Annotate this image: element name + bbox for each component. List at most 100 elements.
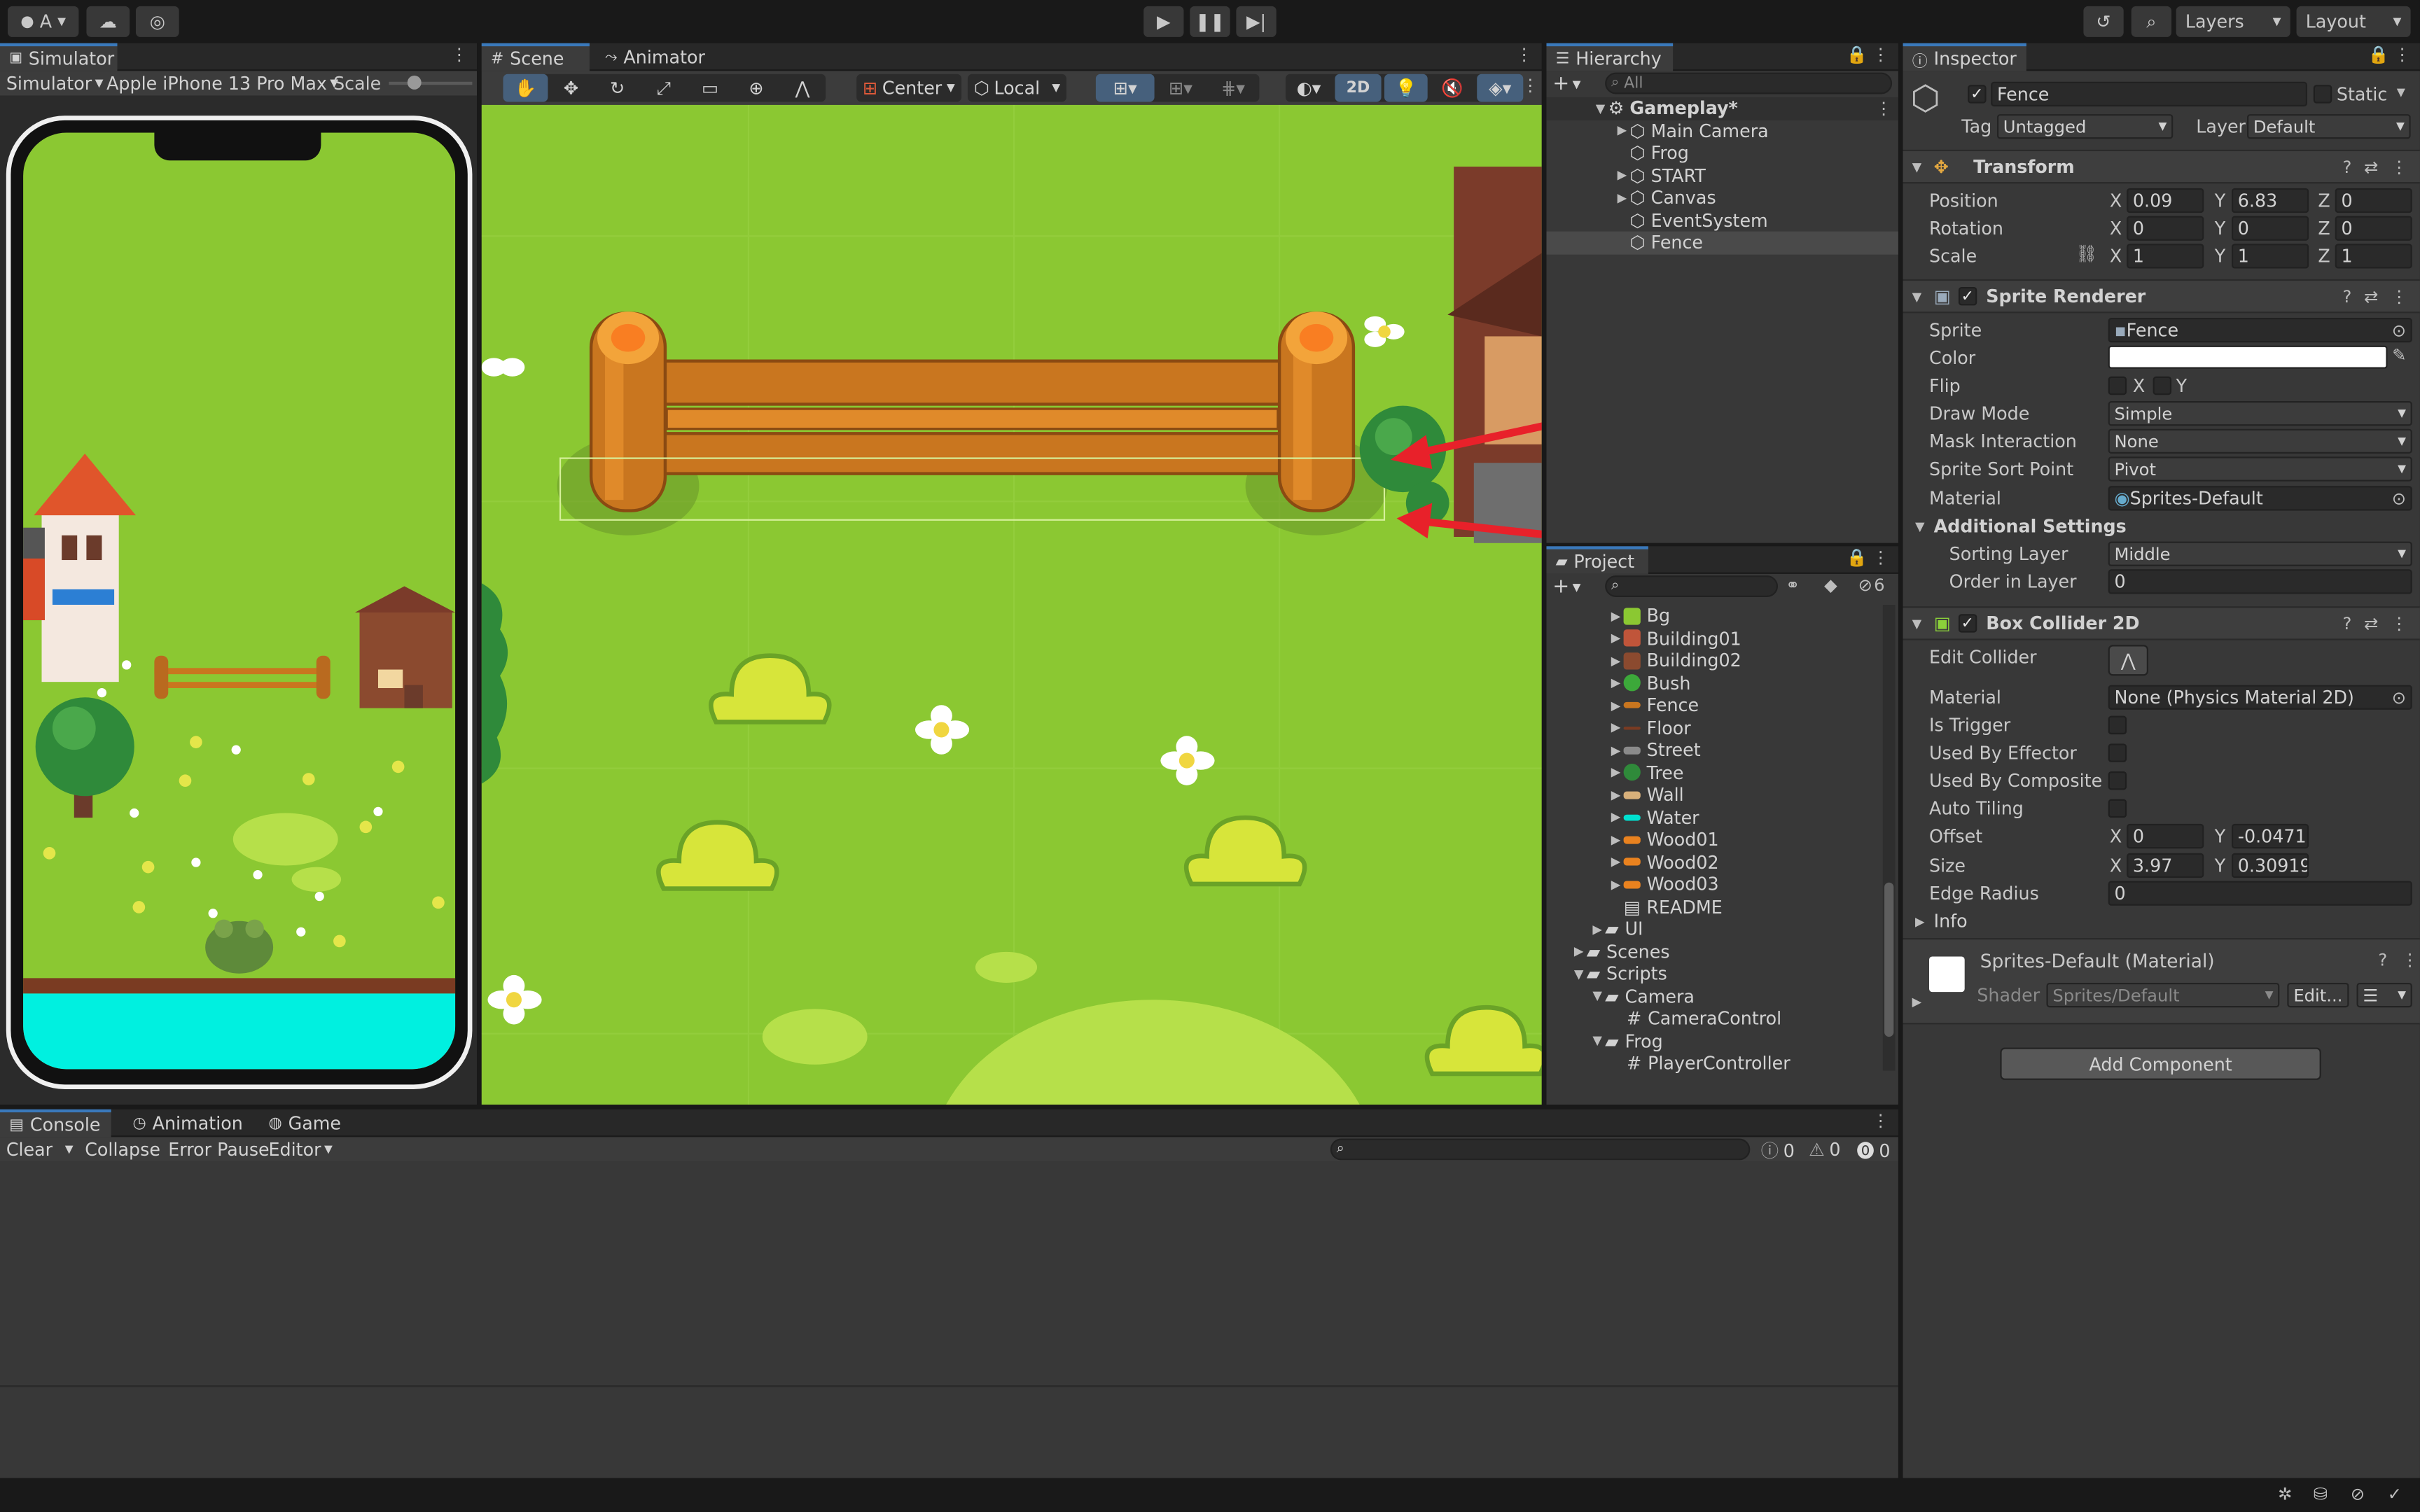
chevron-right-icon[interactable]: ▶ — [1608, 811, 1624, 825]
help-icon[interactable]: ? — [2343, 286, 2352, 307]
grid-snap-icon[interactable]: ⊞▾ — [1095, 74, 1155, 102]
offset-x-field[interactable]: 0 — [2127, 823, 2204, 849]
hierarchy-item[interactable]: ▶ ⬡ Canvas — [1546, 187, 1901, 209]
hierarchy-item[interactable]: ▶ ⬡ START — [1546, 164, 1901, 187]
project-item[interactable]: ▶ Bush — [1608, 672, 1898, 694]
project-folder[interactable]: ▼ ▰ Scripts — [1571, 962, 1898, 985]
chevron-down-icon[interactable]: ▼ — [1590, 989, 1605, 1003]
chevron-down-icon[interactable]: ▼ — [1571, 967, 1587, 981]
kebab-menu-icon[interactable]: ⋮ — [1872, 45, 1889, 65]
project-item[interactable]: ▶ Building01 — [1608, 627, 1898, 650]
project-item[interactable]: ▶ Wood01 — [1608, 829, 1898, 851]
edit-collider-button[interactable]: ⋀ — [2108, 645, 2148, 676]
chevron-right-icon[interactable]: ▶ — [1608, 676, 1624, 690]
object-name-input[interactable]: Fence — [1991, 81, 2307, 107]
project-item[interactable]: ▶ Tree — [1608, 762, 1898, 784]
console-log-area[interactable] — [0, 1161, 1898, 1386]
rotation-z-field[interactable]: 0 — [2335, 216, 2412, 241]
position-z-field[interactable]: 0 — [2335, 188, 2412, 214]
pause-button[interactable]: ❚❚ — [1190, 6, 1230, 37]
mask-interaction-dropdown[interactable]: None ▼ — [2108, 428, 2412, 454]
tab-inspector[interactable]: ⓘ Inspector — [1903, 43, 2026, 71]
error-count-toggle[interactable]: ⓿0 — [1856, 1139, 1890, 1163]
tab-animation[interactable]: ◷ Animation — [123, 1110, 262, 1138]
project-folder[interactable]: ▼ ▰ Camera — [1590, 985, 1898, 1007]
box-collider-header[interactable]: ▼ ▣ Box Collider 2D ? ⇄ ⋮ — [1903, 606, 2420, 640]
chevron-right-icon[interactable]: ▶ — [1608, 788, 1624, 802]
project-item[interactable]: ▶ Water — [1608, 806, 1898, 829]
lock-icon[interactable]: 🔒 — [2368, 45, 2389, 65]
hidden-packages-button[interactable]: ⊘ 6 — [1858, 575, 1885, 596]
collapse-button[interactable]: Collapse — [85, 1139, 160, 1161]
additional-settings-foldout[interactable]: ▼ Additional Settings — [1912, 515, 2127, 537]
chevron-right-icon[interactable]: ▶ — [1608, 766, 1624, 780]
collab-button[interactable]: ◎ — [135, 6, 179, 37]
play-button[interactable]: ▶ — [1143, 6, 1184, 37]
kebab-menu-icon[interactable]: ⋮ — [2391, 157, 2407, 177]
search-button[interactable]: ⌕ — [2131, 6, 2172, 37]
search-by-type-icon[interactable]: ⚭ — [1786, 575, 1800, 596]
chevron-right-icon[interactable]: ▶ — [1614, 169, 1629, 183]
help-icon[interactable]: ? — [2343, 157, 2352, 177]
device-dropdown[interactable]: Apple iPhone 13 Pro Max ▼ — [106, 73, 338, 94]
project-item[interactable]: ▶ Bg — [1608, 605, 1898, 627]
scale-slider[interactable] — [389, 75, 473, 90]
history-button[interactable]: ↺ — [2083, 6, 2124, 37]
scale-tool-icon[interactable]: ⤢ — [641, 76, 687, 99]
collider-material-field[interactable]: None (Physics Material 2D) ⊙ — [2108, 685, 2412, 710]
chevron-right-icon[interactable]: ▶ — [1608, 833, 1624, 847]
transform-header[interactable]: ▼ ✥ Transform ? ⇄ ⋮ — [1903, 149, 2420, 184]
sprite-field[interactable]: ▪ Fence ⊙ — [2108, 318, 2412, 343]
pivot-dropdown[interactable]: ⊞ Center ▼ — [856, 74, 961, 102]
status-check-icon[interactable]: ✓ — [2388, 1484, 2402, 1504]
kebab-menu-icon[interactable]: ⋮ — [2401, 951, 2418, 971]
chevron-right-icon[interactable]: ▶ — [1614, 191, 1629, 205]
link-icon[interactable]: ⛓ — [2075, 244, 2097, 264]
chevron-right-icon[interactable]: ▶ — [1608, 721, 1624, 735]
hierarchy-add-button[interactable]: + ▼ — [1552, 73, 1580, 96]
object-picker-icon[interactable]: ⊙ — [2392, 489, 2406, 509]
project-item[interactable]: ▶ Wall — [1608, 784, 1898, 806]
project-item[interactable]: ▶ Floor — [1608, 717, 1898, 739]
mode-2d-toggle[interactable]: 2D — [1335, 74, 1382, 102]
project-folder[interactable]: ▼ ▰ Frog — [1590, 1030, 1898, 1052]
horizontal-splitter[interactable] — [0, 1105, 1898, 1110]
lock-icon[interactable]: 🔒 — [1847, 45, 1868, 65]
project-item[interactable]: ▶ Wood03 — [1608, 873, 1898, 895]
object-picker-icon[interactable]: ⊙ — [2392, 320, 2406, 340]
scale-x-field[interactable]: 1 — [2127, 244, 2204, 269]
chevron-right-icon[interactable]: ▶ — [1608, 743, 1624, 757]
chevron-down-icon[interactable]: ▼ — [1909, 616, 1924, 630]
sprite-renderer-enabled-checkbox[interactable] — [1958, 286, 1977, 306]
auto-refresh-icon[interactable]: ⊘ — [2351, 1484, 2365, 1504]
kebab-menu-icon[interactable]: ⋮ — [1872, 547, 1889, 568]
console-detail-area[interactable] — [0, 1385, 1898, 1478]
chevron-down-icon[interactable]: ▼ — [1593, 102, 1608, 115]
log-count-toggle[interactable]: ⓘ 0 — [1761, 1139, 1795, 1163]
hierarchy-search-input[interactable]: ⌕ All — [1605, 72, 1893, 94]
label-icon[interactable]: ◆ — [1824, 575, 1837, 596]
tab-game[interactable]: ◍ Game — [259, 1110, 355, 1138]
kebab-menu-icon[interactable]: ⋮ — [451, 45, 468, 65]
rotation-y-field[interactable]: 0 — [2231, 216, 2309, 241]
chevron-right-icon[interactable]: ▶ — [1608, 609, 1624, 623]
hierarchy-item[interactable]: ▶ ⬡ Main Camera — [1546, 120, 1901, 142]
account-dropdown[interactable]: ● A ▼ — [8, 6, 79, 37]
hierarchy-item[interactable]: ⬡ EventSystem — [1546, 209, 1901, 232]
project-search-input[interactable]: ⌕ — [1605, 575, 1779, 597]
chevron-down-icon[interactable]: ▼ — [1590, 1034, 1605, 1048]
chevron-down-icon[interactable]: ▼ — [1909, 289, 1924, 303]
hierarchy-root[interactable]: ▼ ⚙ Gameplay* ⋮ — [1546, 97, 1902, 120]
used-by-effector-checkbox[interactable] — [2108, 743, 2127, 762]
chevron-down-icon[interactable]: ▼ — [65, 1143, 74, 1156]
project-folder[interactable]: ▶ ▰ UI — [1590, 918, 1898, 940]
shading-mode-icon[interactable]: ◐▾ — [1286, 77, 1332, 99]
position-y-field[interactable]: 6.83 — [2231, 188, 2309, 214]
layers-dropdown[interactable]: Layers ▼ — [2176, 6, 2290, 37]
project-folder[interactable]: ▶ ▰ Scenes — [1571, 940, 1898, 962]
kebab-menu-icon[interactable]: ⋮ — [1522, 76, 1538, 96]
kebab-menu-icon[interactable]: ⋮ — [1875, 99, 1892, 119]
step-button[interactable]: ▶| — [1236, 6, 1277, 37]
position-x-field[interactable]: 0.09 — [2127, 188, 2204, 214]
clear-button[interactable]: Clear — [6, 1139, 53, 1161]
